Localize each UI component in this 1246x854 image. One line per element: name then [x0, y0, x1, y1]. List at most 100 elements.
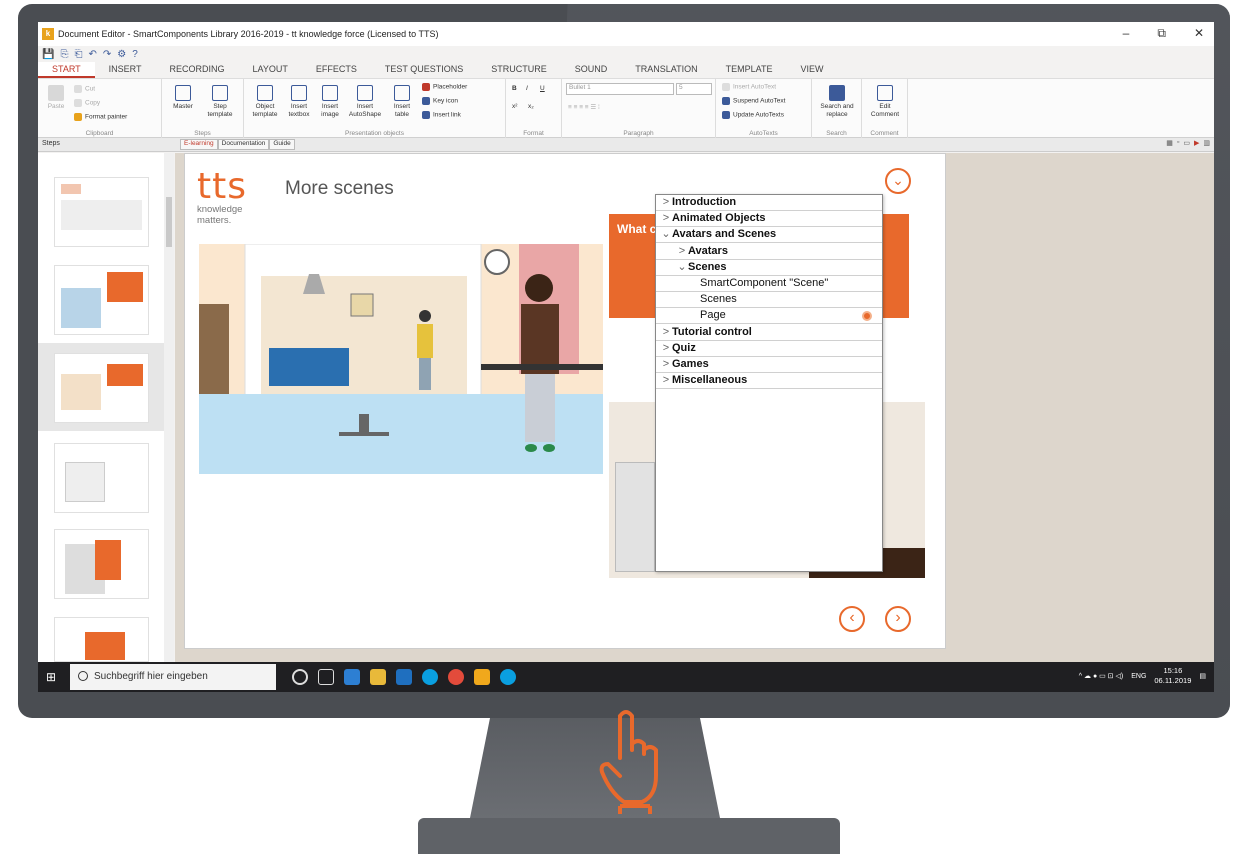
- insert-table-button[interactable]: Insert table: [388, 85, 416, 119]
- step-thumbnail[interactable]: [54, 617, 149, 662]
- tab-guide[interactable]: Guide: [269, 139, 295, 150]
- tab-recording[interactable]: RECORDING: [156, 62, 239, 78]
- tray-icons[interactable]: ^ ☁ ● ▭ ⊡ ◁): [1079, 672, 1123, 680]
- tree-item[interactable]: > Quiz: [656, 341, 882, 357]
- view-icon-3[interactable]: ▭: [1183, 139, 1190, 147]
- language-indicator[interactable]: ENG: [1131, 673, 1146, 680]
- placeholder-button[interactable]: Placeholder: [422, 83, 467, 91]
- key-icon-button[interactable]: Key icon: [422, 97, 458, 105]
- tab-structure[interactable]: STRUCTURE: [477, 62, 561, 78]
- tree-item[interactable]: Scenes: [656, 292, 882, 309]
- undo-icon[interactable]: ↶: [88, 49, 96, 60]
- notifications-icon[interactable]: ▤: [1199, 672, 1206, 680]
- outlook-icon[interactable]: [396, 669, 412, 685]
- close-button[interactable]: ✕: [1194, 26, 1204, 41]
- play-icon[interactable]: ▶: [1194, 139, 1199, 147]
- knowledge-force-icon[interactable]: [474, 669, 490, 685]
- view-icon-1[interactable]: ▦: [1166, 139, 1173, 147]
- object-template-button[interactable]: Object template: [248, 85, 282, 119]
- tab-insert[interactable]: INSERT: [95, 62, 156, 78]
- tab-effects[interactable]: EFFECTS: [302, 62, 371, 78]
- step-thumbnail[interactable]: [54, 443, 149, 513]
- cortana-icon[interactable]: [292, 669, 308, 685]
- underline-button[interactable]: U: [540, 85, 545, 92]
- windows-start-icon[interactable]: ⊞: [46, 670, 60, 684]
- suspend-autotext-button[interactable]: Suspend AutoText: [722, 97, 785, 105]
- menu-toggle-icon[interactable]: ⌄: [885, 168, 911, 194]
- settings-icon[interactable]: ⚙: [117, 49, 126, 60]
- font-size-select[interactable]: 5: [676, 83, 712, 95]
- step-thumbnail[interactable]: [54, 265, 149, 335]
- paste-doc-icon[interactable]: ⎗: [74, 49, 82, 60]
- tree-item[interactable]: Page: [656, 308, 882, 325]
- tab-layout[interactable]: LAYOUT: [239, 62, 302, 78]
- file-explorer-icon[interactable]: [370, 669, 386, 685]
- view-icon-2[interactable]: ▫: [1177, 139, 1179, 147]
- tab-view[interactable]: VIEW: [786, 62, 837, 78]
- cut-button[interactable]: Cut: [74, 85, 95, 93]
- insert-autoshape-button[interactable]: Insert AutoShape: [346, 85, 384, 119]
- restore-button[interactable]: ⧉: [1157, 26, 1166, 41]
- bold-button[interactable]: B: [512, 85, 517, 92]
- insert-textbox-button[interactable]: Insert textbox: [284, 85, 314, 119]
- step-thumbnail[interactable]: [54, 177, 149, 247]
- tree-item[interactable]: > Introduction: [656, 195, 882, 211]
- tree-item-label: Avatars: [688, 244, 728, 257]
- insert-image-button[interactable]: Insert image: [316, 85, 344, 119]
- next-page-button[interactable]: ›: [885, 606, 911, 632]
- copy-doc-icon[interactable]: ⎘: [60, 49, 68, 60]
- italic-button[interactable]: I: [526, 85, 528, 92]
- task-view-icon[interactable]: [318, 669, 334, 685]
- step-thumbnail-selected[interactable]: [54, 353, 149, 423]
- steps-scroll-thumb[interactable]: [166, 197, 172, 247]
- insert-autotext-button[interactable]: Insert AutoText: [722, 83, 776, 91]
- skype-business-icon[interactable]: [500, 669, 516, 685]
- tree-item-label: Quiz: [672, 341, 696, 354]
- monitor-scene: k Document Editor - SmartComponents Libr…: [0, 0, 1246, 854]
- copy-button[interactable]: Copy: [74, 99, 100, 107]
- step-template-button[interactable]: Step template: [202, 85, 238, 119]
- superscript-button[interactable]: x²: [512, 103, 517, 110]
- previous-page-button[interactable]: ‹: [839, 606, 865, 632]
- tab-start[interactable]: START: [38, 62, 95, 78]
- tree-item[interactable]: > Avatars: [656, 244, 882, 260]
- tab-e-learning[interactable]: E-learning: [180, 139, 218, 150]
- alignment-icons[interactable]: ≡ ≡ ≡ ≡ ☰ ⁞: [568, 103, 600, 111]
- paste-button[interactable]: Paste: [44, 85, 68, 111]
- update-icon: [722, 111, 730, 119]
- tab-translation[interactable]: TRANSLATION: [621, 62, 711, 78]
- tree-item[interactable]: ⌄Scenes: [656, 260, 882, 276]
- tab-documentation[interactable]: Documentation: [217, 139, 270, 150]
- tree-item[interactable]: > Games: [656, 357, 882, 373]
- update-autotexts-button[interactable]: Update AutoTexts: [722, 111, 784, 119]
- insert-link-button[interactable]: Insert link: [422, 111, 461, 119]
- edit-comment-button[interactable]: Edit Comment: [866, 85, 904, 119]
- taskbar-search-input[interactable]: Suchbegriff hier eingeben: [70, 664, 276, 690]
- master-button[interactable]: Master: [168, 85, 198, 111]
- tree-item[interactable]: > Miscellaneous: [656, 373, 882, 390]
- edge-icon[interactable]: [344, 669, 360, 685]
- tree-item[interactable]: > Animated Objects: [656, 211, 882, 228]
- tab-sound[interactable]: SOUND: [561, 62, 622, 78]
- insert-autotext-label: Insert AutoText: [733, 83, 776, 91]
- tree-item[interactable]: ⌄Avatars and Scenes: [656, 227, 882, 244]
- tab-test-questions[interactable]: TEST QUESTIONS: [371, 62, 477, 78]
- step-thumbnail[interactable]: [54, 529, 149, 599]
- format-painter-button[interactable]: Format painter: [74, 113, 127, 121]
- tree-item[interactable]: > Tutorial control: [656, 325, 882, 341]
- subscript-button[interactable]: x₂: [528, 103, 534, 110]
- chrome-icon[interactable]: [448, 669, 464, 685]
- save-icon[interactable]: 💾: [42, 49, 54, 60]
- view-icon-4[interactable]: ▥: [1203, 139, 1210, 147]
- tab-template[interactable]: TEMPLATE: [712, 62, 787, 78]
- redo-icon[interactable]: ↷: [103, 49, 111, 60]
- skype-icon[interactable]: [422, 669, 438, 685]
- search-replace-button[interactable]: Search and replace: [816, 85, 858, 119]
- paragraph-style-select[interactable]: Bullet 1: [566, 83, 674, 95]
- help-icon[interactable]: ?: [132, 49, 138, 60]
- autotexts-group: Insert AutoText Suspend AutoText Update …: [716, 79, 812, 139]
- tree-item-label: Animated Objects: [672, 212, 766, 225]
- minimize-button[interactable]: –: [1123, 26, 1130, 41]
- clock[interactable]: 15:16 06.11.2019: [1154, 666, 1191, 686]
- tree-item[interactable]: SmartComponent "Scene": [656, 276, 882, 292]
